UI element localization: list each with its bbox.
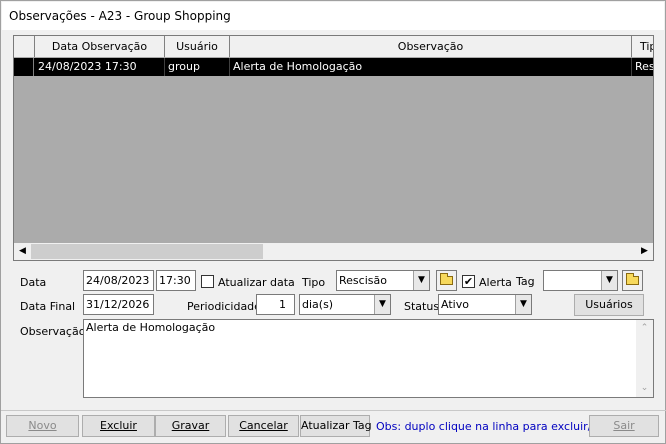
periodo-unit-select[interactable]: dia(s) ▼ xyxy=(299,294,391,315)
observacoes-window: Observações - A23 - Group Shopping Data … xyxy=(0,0,666,444)
title-bar: Observações - A23 - Group Shopping xyxy=(2,2,664,30)
novo-label: Novo xyxy=(28,419,57,432)
periodicidade-label: Periodicidade xyxy=(187,300,261,313)
scroll-right-icon[interactable]: ▶ xyxy=(636,243,653,260)
tipo-folder-button[interactable] xyxy=(436,270,457,291)
tipo-value: Rescisão xyxy=(339,274,387,287)
cancelar-button[interactable]: Cancelar xyxy=(228,415,299,437)
folder-icon xyxy=(440,273,453,285)
data-field[interactable]: 24/08/2023 xyxy=(83,270,154,291)
tag-folder-button[interactable] xyxy=(622,270,643,291)
periodo-unit-value: dia(s) xyxy=(302,298,334,311)
data-final-label: Data Final xyxy=(20,300,76,313)
observacao-label: Observação xyxy=(20,325,86,338)
folder-icon xyxy=(626,273,639,285)
excluir-label: Excluir xyxy=(100,419,137,432)
alerta-label: Alerta xyxy=(479,276,512,289)
data-label: Data xyxy=(20,276,47,289)
scroll-thumb[interactable] xyxy=(31,244,263,259)
novo-button[interactable]: Novo xyxy=(6,415,79,437)
gravar-button[interactable]: Gravar xyxy=(155,415,226,437)
gravar-label: Gravar xyxy=(171,419,210,432)
observacao-text: Alerta de Homologação xyxy=(86,321,216,334)
scroll-up-icon[interactable]: ⌃ xyxy=(636,320,653,337)
cancelar-label: Cancelar xyxy=(239,419,288,432)
memo-scrollbar[interactable]: ⌃ ⌄ xyxy=(636,320,653,397)
window-title: Observações - A23 - Group Shopping xyxy=(9,9,231,23)
status-value: Ativo xyxy=(441,298,469,311)
cell-usuario: group xyxy=(165,58,230,76)
usuarios-button[interactable]: Usuários xyxy=(574,294,644,316)
excluir-button[interactable]: Excluir xyxy=(82,415,155,437)
footer-hint: Obs: duplo clique na linha para excluir/… xyxy=(376,420,624,433)
tag-label: Tag xyxy=(516,275,535,288)
sair-label: Sair xyxy=(613,419,635,432)
data-final-field[interactable]: 31/12/2026 xyxy=(83,294,154,315)
grid-header: Data Observação Usuário Observação Tip xyxy=(14,36,653,57)
atualizar-tag-button[interactable]: Atualizar Tag xyxy=(300,415,372,437)
chevron-down-icon[interactable]: ▼ xyxy=(374,295,390,314)
cell-data: 24/08/2023 17:30 xyxy=(35,58,165,76)
cell-observacao: Alerta de Homologação xyxy=(230,58,632,76)
tipo-label: Tipo xyxy=(302,276,326,289)
observations-grid[interactable]: Data Observação Usuário Observação Tip 2… xyxy=(13,35,654,261)
column-header-tipo[interactable]: Tip xyxy=(632,36,653,57)
cell-tipo: Res xyxy=(635,60,654,73)
column-header-data[interactable]: Data Observação xyxy=(35,36,165,57)
column-header-observacao[interactable]: Observação xyxy=(230,36,632,57)
periodicidade-field[interactable]: 1 xyxy=(256,294,295,315)
chevron-down-icon[interactable]: ▼ xyxy=(601,271,617,290)
horizontal-scrollbar[interactable]: ◀ ▶ xyxy=(14,243,653,260)
scroll-left-icon[interactable]: ◀ xyxy=(14,243,31,260)
tipo-select[interactable]: Rescisão ▼ xyxy=(336,270,430,291)
scroll-down-icon[interactable]: ⌄ xyxy=(636,380,653,397)
atualizar-data-label: Atualizar data xyxy=(218,276,295,289)
observacao-textarea[interactable]: Alerta de Homologação ⌃ ⌄ xyxy=(83,319,654,398)
status-select[interactable]: Ativo ▼ xyxy=(438,294,532,315)
column-header-usuario[interactable]: Usuário xyxy=(165,36,230,57)
table-row[interactable]: 24/08/2023 17:30 group Alerta de Homolog… xyxy=(14,58,653,76)
chevron-down-icon[interactable]: ▼ xyxy=(413,271,429,290)
row-indicator[interactable] xyxy=(14,58,34,76)
sair-button[interactable]: Sair xyxy=(589,415,659,437)
hora-field[interactable]: 17:30 xyxy=(156,270,196,291)
alerta-checkbox[interactable]: ✔ xyxy=(462,275,475,288)
chevron-down-icon[interactable]: ▼ xyxy=(515,295,531,314)
tag-select[interactable]: ▼ xyxy=(543,270,618,291)
atualizar-data-checkbox[interactable] xyxy=(201,275,214,288)
grid-corner xyxy=(14,36,35,57)
footer-divider xyxy=(1,410,666,411)
status-label: Status xyxy=(404,300,440,313)
